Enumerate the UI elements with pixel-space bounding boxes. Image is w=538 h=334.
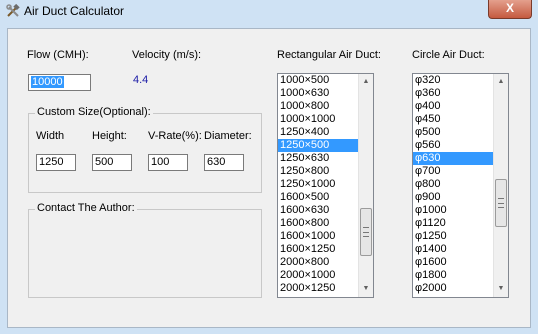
circle-scrollbar[interactable]: ▲ ▼ (493, 74, 508, 297)
velocity-label: Velocity (m/s): (132, 49, 202, 61)
rect-duct-items: 1000×500 1000×630 1000×800 1000×1000 1250×40… (278, 74, 358, 297)
list-item[interactable]: 1000×800 (278, 100, 358, 113)
list-item[interactable]: 1000×630 (278, 87, 358, 100)
list-item[interactable]: φ1120 (413, 217, 493, 230)
grip-line (498, 202, 504, 204)
rect-duct-listbox[interactable]: 1000×500 1000×630 1000×800 1000×1000 1250×40… (277, 73, 374, 298)
list-item[interactable]: φ450 (413, 113, 493, 126)
width-label: Width (36, 130, 65, 142)
list-item[interactable]: φ560 (413, 139, 493, 152)
contact-group: Contact The Author: (28, 202, 262, 298)
grip-line (363, 236, 369, 238)
list-item[interactable]: φ700 (413, 165, 493, 178)
scroll-thumb[interactable] (495, 178, 507, 227)
list-item[interactable]: φ360 (413, 87, 493, 100)
close-button[interactable]: X (488, 0, 532, 19)
main-panel: Flow (CMH): 10000 Velocity (m/s): 4.4 Cu… (7, 28, 531, 328)
vrate-label: V-Rate(%): (148, 130, 202, 142)
title-bar[interactable]: Air Duct Calculator X (0, 0, 538, 22)
circle-duct-items: φ320 φ360 φ400 φ450 φ500 φ560 φ630 φ700 φ800 φ900… (413, 74, 493, 297)
list-item[interactable]: 1600×1000 (278, 230, 358, 243)
grip-line (363, 231, 369, 233)
list-item[interactable]: 1250×1000 (278, 178, 358, 191)
diameter-label: Diameter: (204, 130, 252, 142)
scroll-down-arrow-icon[interactable]: ▼ (359, 282, 373, 296)
list-item[interactable]: 2000×1000 (278, 269, 358, 282)
circle-duct-listbox[interactable]: φ320 φ360 φ400 φ450 φ500 φ560 φ630 φ700 φ800 φ900… (412, 73, 509, 298)
custom-size-title: Custom Size(Optional): (35, 106, 153, 118)
list-item[interactable]: 1600×630 (278, 204, 358, 217)
list-item[interactable]: 1000×500 (278, 74, 358, 87)
custom-size-group: Custom Size(Optional): (28, 106, 262, 193)
vrate-input[interactable]: 100 (148, 154, 188, 171)
contact-title: Contact The Author: (35, 202, 137, 214)
flow-value: 10000 (31, 76, 64, 88)
list-item[interactable]: 1250×400 (278, 126, 358, 139)
list-item[interactable]: 1250×630 (278, 152, 358, 165)
height-label: Height: (92, 130, 127, 142)
width-input[interactable]: 1250 (36, 154, 76, 171)
scroll-thumb[interactable] (360, 207, 372, 256)
rect-scrollbar[interactable]: ▲ ▼ (358, 74, 373, 297)
scroll-up-arrow-icon[interactable]: ▲ (359, 75, 373, 89)
list-item[interactable]: 2000×1250 (278, 282, 358, 295)
list-item[interactable]: 1000×1000 (278, 113, 358, 126)
list-item[interactable]: φ500 (413, 126, 493, 139)
list-item[interactable]: φ400 (413, 100, 493, 113)
list-item[interactable]: φ1600 (413, 256, 493, 269)
scroll-down-arrow-icon[interactable]: ▼ (494, 282, 508, 296)
height-input[interactable]: 500 (92, 154, 132, 171)
list-item[interactable]: φ1400 (413, 243, 493, 256)
flow-input[interactable]: 10000 (28, 74, 91, 91)
diameter-input[interactable]: 630 (204, 154, 244, 171)
list-item[interactable]: 1600×800 (278, 217, 358, 230)
grip-line (498, 207, 504, 209)
scroll-up-arrow-icon[interactable]: ▲ (494, 75, 508, 89)
list-item[interactable]: 1250×500 (278, 139, 358, 152)
rect-duct-label: Rectangular Air Duct: (277, 49, 381, 61)
flow-label: Flow (CMH): (27, 49, 89, 61)
circle-duct-label: Circle Air Duct: (412, 49, 485, 61)
app-window: Air Duct Calculator X Flow (CMH): 10000 … (0, 0, 538, 334)
grip-line (498, 198, 504, 200)
window-title: Air Duct Calculator (24, 4, 125, 18)
list-item[interactable]: φ1000 (413, 204, 493, 217)
list-item[interactable]: 1600×1250 (278, 243, 358, 256)
list-item[interactable]: φ900 (413, 191, 493, 204)
list-item[interactable]: φ2000 (413, 282, 493, 295)
list-item[interactable]: 1250×800 (278, 165, 358, 178)
list-item[interactable]: φ630 (413, 152, 493, 165)
list-item[interactable]: φ800 (413, 178, 493, 191)
wrench-hammer-icon (6, 3, 20, 17)
list-item[interactable]: 2000×800 (278, 256, 358, 269)
list-item[interactable]: φ320 (413, 74, 493, 87)
grip-line (363, 227, 369, 229)
list-item[interactable]: 1600×500 (278, 191, 358, 204)
velocity-value: 4.4 (133, 74, 149, 86)
list-item[interactable]: φ1250 (413, 230, 493, 243)
list-item[interactable]: φ1800 (413, 269, 493, 282)
